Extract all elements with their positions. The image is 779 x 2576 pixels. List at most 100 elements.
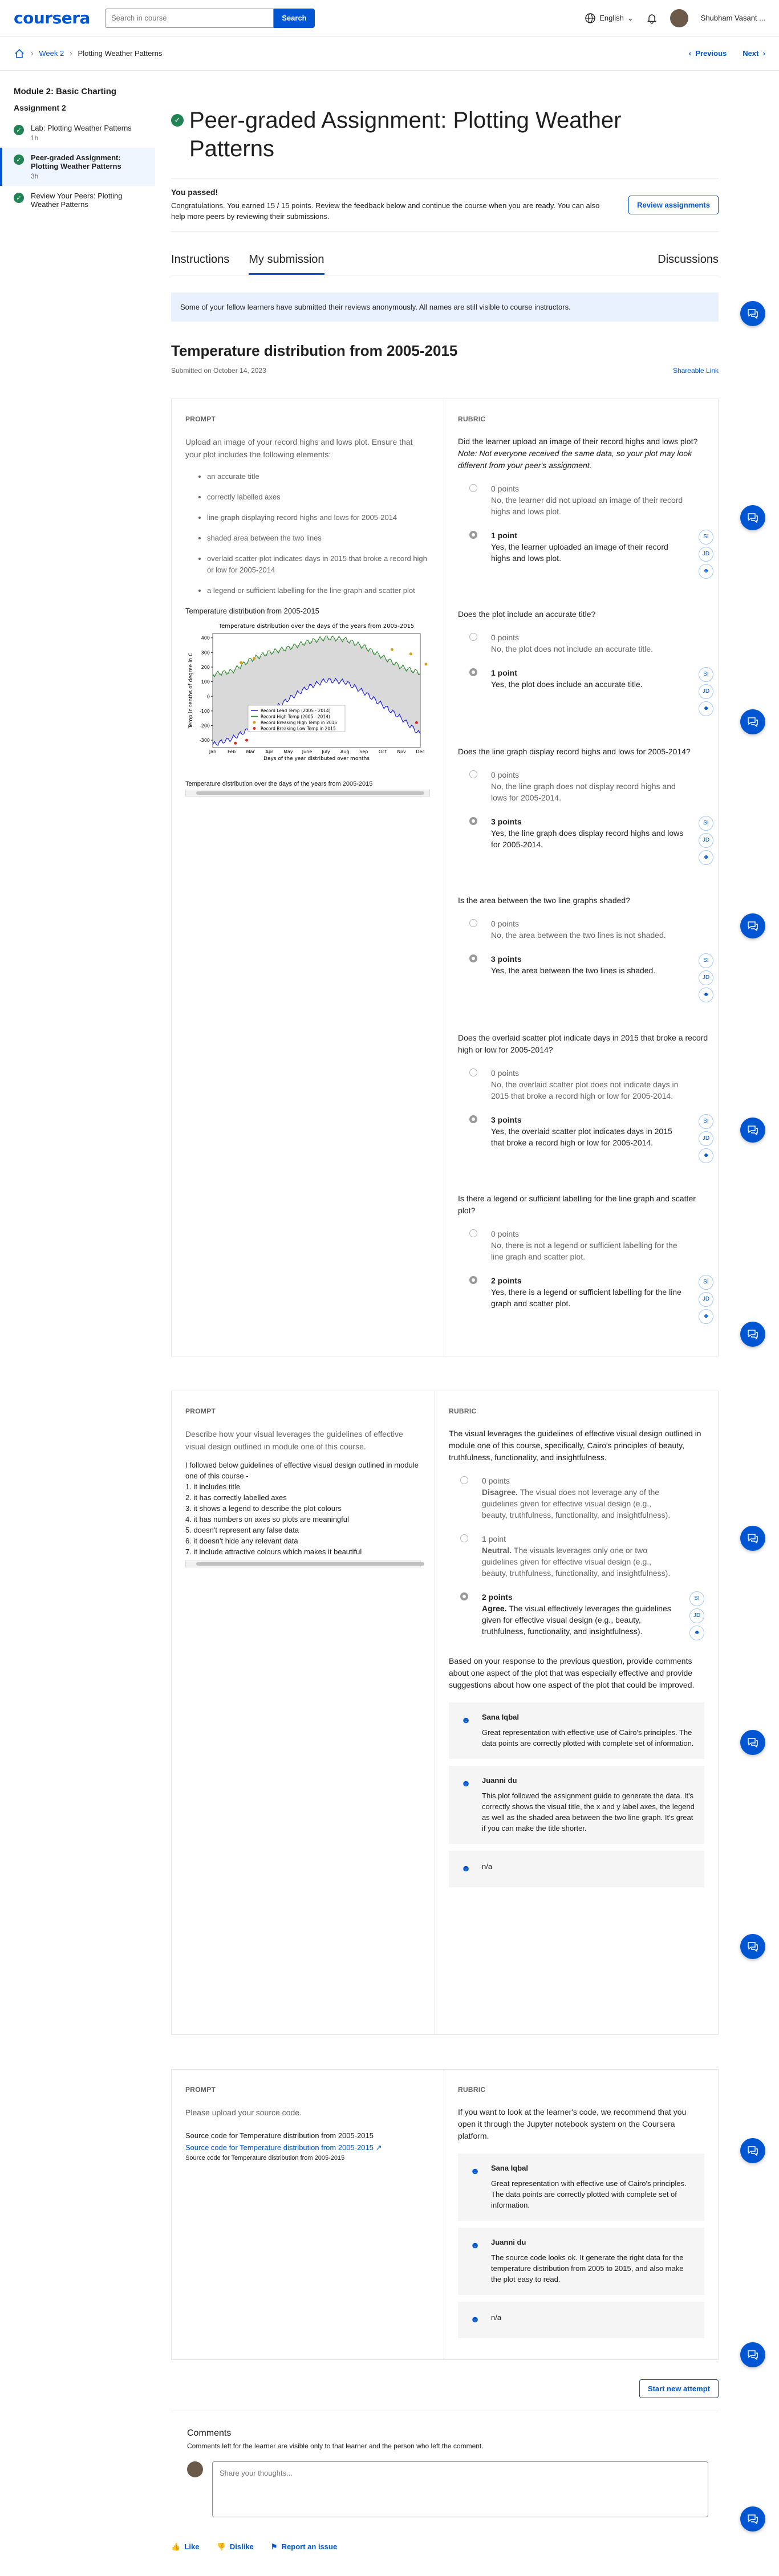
- review-assignments-button[interactable]: Review assignments: [628, 195, 719, 214]
- tab-discussions[interactable]: Discussions: [658, 249, 719, 275]
- x-tick-label: Apr: [265, 749, 274, 754]
- rubric-option[interactable]: 1 point Neutral. The visuals leverages on…: [460, 1533, 704, 1579]
- chat-bubble-button[interactable]: [740, 913, 765, 938]
- person-icon: ☻: [699, 1309, 713, 1324]
- chat-bubble-button[interactable]: [740, 1118, 765, 1143]
- chat-icon: [748, 2514, 758, 2525]
- legend-entry: Record Breaking Low Temp in 2015: [261, 726, 336, 732]
- radio-button[interactable]: [469, 770, 477, 778]
- previous-button[interactable]: ‹ Previous: [689, 49, 727, 58]
- chat-bubble-button[interactable]: [740, 2342, 765, 2367]
- chat-bubble-button[interactable]: [740, 1934, 765, 1959]
- breadcrumb-week[interactable]: Week 2: [39, 49, 64, 58]
- rubric-question: The visual leverages the guidelines of e…: [449, 1429, 701, 1462]
- user-avatar[interactable]: [670, 9, 688, 27]
- rubric-option-selected[interactable]: 1 point Yes, the plot does include an acc…: [469, 667, 713, 716]
- rubric-option-selected[interactable]: 3 points Yes, the line graph does display…: [469, 816, 713, 865]
- dislike-button[interactable]: 👎 Dislike: [216, 2542, 253, 2551]
- language-label: English: [599, 14, 624, 22]
- rubric-option-selected[interactable]: 3 points Yes, the area between the two li…: [469, 953, 713, 1002]
- search-input[interactable]: [104, 8, 274, 28]
- temperature-chart[interactable]: Temperature distribution over the days o…: [185, 621, 431, 781]
- like-button[interactable]: 👍 Like: [171, 2542, 199, 2551]
- coursera-logo[interactable]: coursera: [14, 9, 90, 27]
- bell-icon[interactable]: [646, 13, 658, 24]
- radio-button[interactable]: [469, 1229, 477, 1237]
- chat-bubble-button[interactable]: [740, 2506, 765, 2532]
- horizontal-scrollbar[interactable]: [185, 790, 430, 797]
- tab-my-submission[interactable]: My submission: [249, 249, 324, 275]
- radio-button[interactable]: [469, 1276, 477, 1284]
- comment-textarea[interactable]: [212, 2461, 708, 2517]
- chat-bubble-button[interactable]: [740, 1526, 765, 1551]
- chat-bubble-button[interactable]: [740, 301, 765, 326]
- rubric-option[interactable]: 0 points No, the plot does not include an…: [469, 632, 713, 655]
- radio-button[interactable]: [469, 531, 477, 539]
- peer-grader-list: SI JD ☻: [699, 667, 713, 716]
- radio-button[interactable]: [469, 1068, 477, 1076]
- chat-bubble-button[interactable]: [740, 709, 765, 734]
- search-button[interactable]: Search: [273, 8, 315, 28]
- next-button[interactable]: Next ›: [743, 49, 765, 58]
- user-name[interactable]: Shubham Vasant ...: [701, 14, 765, 22]
- peer-avatar: SI: [689, 1591, 704, 1606]
- course-sidebar: Module 2: Basic Charting Assignment 2 ✓ …: [0, 71, 155, 224]
- option-points: 1 point: [491, 668, 517, 677]
- rubric-option-selected[interactable]: 2 points Yes, there is a legend or suffic…: [469, 1275, 713, 1324]
- radio-button[interactable]: [469, 1115, 477, 1123]
- tab-instructions[interactable]: Instructions: [171, 249, 229, 275]
- person-icon: ☻: [461, 1779, 471, 1789]
- shareable-link[interactable]: Shareable Link: [673, 367, 719, 375]
- source-code-link[interactable]: Source code for Temperature distribution…: [185, 2143, 374, 2152]
- horizontal-scrollbar[interactable]: [185, 1561, 424, 1567]
- sidebar-item-lab[interactable]: ✓ Lab: Plotting Weather Patterns 1h: [0, 118, 155, 148]
- y-tick-label: 200: [201, 665, 210, 670]
- checkmark-icon: ✓: [14, 155, 24, 165]
- x-tick-label: Dec: [416, 749, 424, 754]
- sidebar-item-assignment[interactable]: ✓ Peer-graded Assignment: Plotting Weath…: [0, 148, 155, 186]
- chat-bubble-button[interactable]: [740, 1730, 765, 1755]
- radio-button[interactable]: [469, 919, 477, 927]
- passed-title: You passed!: [171, 188, 218, 197]
- person-icon: ☻: [699, 701, 713, 716]
- rubric-option[interactable]: 0 points No, the learner did not upload a…: [469, 483, 713, 517]
- home-icon[interactable]: [14, 48, 25, 59]
- sidebar-item-review[interactable]: ✓ Review Your Peers: Plotting Weather Pa…: [0, 186, 155, 214]
- x-axis-label: Days of the year distributed over months: [263, 756, 370, 762]
- submission-title: Temperature distribution from 2005-2015: [171, 342, 458, 359]
- rubric-column: RUBRIC If you want to look at the learne…: [444, 2070, 718, 2359]
- report-issue-button[interactable]: ⚑ Report an issue: [271, 2542, 337, 2551]
- chat-bubble-button[interactable]: [740, 505, 765, 530]
- source-caption: Source code for Temperature distribution…: [185, 2155, 345, 2161]
- rubric-option[interactable]: 0 points No, there is not a legend or suf…: [469, 1228, 713, 1262]
- chat-bubble-button[interactable]: [740, 2138, 765, 2163]
- peer-avatar: SI: [699, 953, 713, 968]
- rubric-option-selected[interactable]: 3 points Yes, the overlaid scatter plot i…: [469, 1114, 713, 1163]
- chat-bubble-button[interactable]: [740, 1322, 765, 1347]
- peer-grader-list: SI JD ☻: [699, 1275, 713, 1324]
- radio-button[interactable]: [469, 668, 477, 676]
- peer-comment: ☻ Sana Iqbal Great representation with ef…: [449, 1703, 704, 1759]
- rubric-option[interactable]: 0 points No, the overlaid scatter plot do…: [469, 1067, 713, 1102]
- radio-button[interactable]: [469, 817, 477, 825]
- radio-button[interactable]: [469, 633, 477, 641]
- radio-button[interactable]: [460, 1592, 468, 1600]
- radio-button[interactable]: [469, 484, 477, 492]
- rubric-option[interactable]: 0 points No, the area between the two lin…: [469, 918, 713, 941]
- radio-button[interactable]: [460, 1534, 468, 1542]
- language-selector[interactable]: English ⌄: [585, 13, 634, 24]
- list-item: shaded area between the two lines: [207, 533, 430, 544]
- option-text: No, the learner did not upload an image …: [491, 495, 683, 516]
- passed-text: Congratulations. You earned 15 / 15 poin…: [171, 201, 600, 221]
- chat-icon: [748, 921, 758, 932]
- rubric-option[interactable]: 0 points No, the line graph does not disp…: [469, 769, 713, 803]
- y-tick-label: 400: [201, 636, 210, 641]
- rubric-option-selected[interactable]: 2 points Agree. The visual effectively le…: [460, 1591, 704, 1640]
- chat-icon: [748, 2146, 758, 2156]
- prompt-label: PROMPT: [185, 415, 216, 423]
- rubric-option-selected[interactable]: 1 point Yes, the learner uploaded an imag…: [469, 530, 713, 579]
- rubric-option[interactable]: 0 points Disagree. The visual does not le…: [460, 1475, 704, 1521]
- start-new-attempt-button[interactable]: Start new attempt: [639, 2379, 719, 2398]
- radio-button[interactable]: [460, 1476, 468, 1484]
- radio-button[interactable]: [469, 954, 477, 962]
